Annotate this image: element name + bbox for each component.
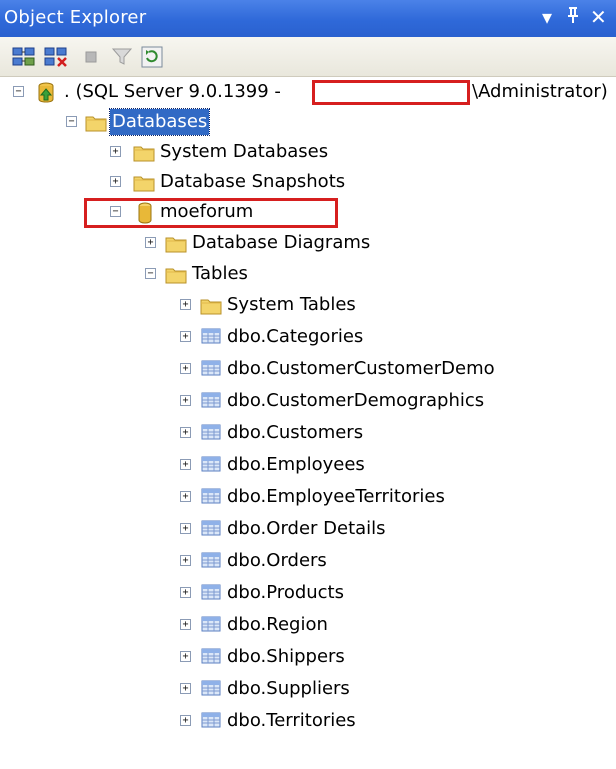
table-icon: [201, 647, 223, 667]
collapse-server-toggle[interactable]: −: [13, 86, 24, 97]
expand-toggle[interactable]: +: [110, 176, 121, 187]
tree-node-system-tables[interactable]: + System Tables: [0, 290, 616, 320]
table-name: dbo.CustomerCustomerDemo: [227, 358, 495, 379]
table-item[interactable]: + dbo.EmployeeTerritories: [0, 482, 616, 512]
expand-toggle[interactable]: +: [180, 523, 191, 534]
table-name: dbo.Region: [227, 614, 328, 635]
expand-toggle[interactable]: +: [180, 651, 191, 662]
folder-icon: [165, 264, 187, 284]
table-icon: [201, 583, 223, 603]
table-item[interactable]: + dbo.Order Details: [0, 514, 616, 544]
connect-icon[interactable]: [12, 46, 36, 68]
collapse-databases-toggle[interactable]: −: [66, 116, 77, 127]
tree-node-database-snapshots[interactable]: + Database Snapshots: [0, 167, 616, 197]
panel-title: Object Explorer: [4, 7, 147, 28]
expand-toggle[interactable]: +: [180, 299, 191, 310]
system-tables-label: System Tables: [227, 294, 356, 315]
system-databases-label: System Databases: [160, 141, 329, 162]
object-explorer-tree: − . (SQL Server 9.0.1399 - \Administrato…: [0, 77, 616, 769]
expand-toggle[interactable]: +: [180, 459, 191, 470]
table-icon: [201, 679, 223, 699]
expand-toggle[interactable]: +: [110, 146, 121, 157]
expand-toggle[interactable]: +: [180, 331, 191, 342]
table-item[interactable]: + dbo.Shippers: [0, 642, 616, 672]
tree-node-tables[interactable]: − Tables: [0, 259, 616, 289]
table-item[interactable]: + dbo.Categories: [0, 322, 616, 352]
folder-icon: [85, 112, 107, 132]
expand-toggle[interactable]: +: [180, 427, 191, 438]
table-icon: [201, 391, 223, 411]
filter-icon[interactable]: [110, 46, 134, 68]
table-name: dbo.Suppliers: [227, 678, 350, 699]
table-name: dbo.Shippers: [227, 646, 345, 667]
folder-icon: [133, 172, 155, 192]
folder-icon: [133, 142, 155, 162]
table-item[interactable]: + dbo.Orders: [0, 546, 616, 576]
table-item[interactable]: + dbo.CustomerCustomerDemo: [0, 354, 616, 384]
database-highlight-box: [84, 198, 338, 228]
close-icon[interactable]: ✕: [590, 5, 607, 29]
folder-icon: [165, 233, 187, 253]
stop-icon[interactable]: [80, 46, 104, 68]
tree-node-server[interactable]: − . (SQL Server 9.0.1399 - \Administrato…: [0, 77, 616, 107]
table-name: dbo.Employees: [227, 454, 365, 475]
table-item[interactable]: + dbo.Territories: [0, 706, 616, 736]
tree-node-database-moeforum[interactable]: − moeforum: [0, 197, 616, 228]
object-explorer-toolbar: [0, 37, 616, 77]
auto-hide-pin-icon[interactable]: [566, 5, 580, 30]
table-icon: [201, 487, 223, 507]
table-name: dbo.Orders: [227, 550, 327, 571]
databases-label: Databases: [108, 108, 211, 136]
tree-node-database-diagrams[interactable]: + Database Diagrams: [0, 228, 616, 258]
table-item[interactable]: + dbo.Region: [0, 610, 616, 640]
table-name: dbo.Territories: [227, 710, 356, 731]
table-icon: [201, 455, 223, 475]
expand-toggle[interactable]: +: [180, 491, 191, 502]
expand-toggle[interactable]: +: [180, 683, 191, 694]
database-snapshots-label: Database Snapshots: [160, 171, 346, 192]
tables-label: Tables: [192, 263, 248, 284]
expand-toggle[interactable]: +: [180, 395, 191, 406]
table-icon: [201, 519, 223, 539]
table-name: dbo.Products: [227, 582, 344, 603]
folder-icon: [200, 295, 222, 315]
expand-toggle[interactable]: +: [180, 363, 191, 374]
table-icon: [201, 423, 223, 443]
window-position-dropdown-icon[interactable]: ▾: [542, 5, 552, 29]
refresh-icon[interactable]: [140, 46, 164, 68]
table-name: dbo.Order Details: [227, 518, 386, 539]
redacted-server-name-highlight: [312, 80, 470, 105]
table-item[interactable]: + dbo.Suppliers: [0, 674, 616, 704]
expand-toggle[interactable]: +: [180, 555, 191, 566]
tree-node-system-databases[interactable]: + System Databases: [0, 137, 616, 167]
table-icon: [201, 711, 223, 731]
expand-toggle[interactable]: +: [180, 587, 191, 598]
table-icon: [201, 359, 223, 379]
disconnect-icon[interactable]: [44, 46, 68, 68]
expand-toggle[interactable]: +: [145, 237, 156, 248]
server-icon: [35, 82, 57, 103]
table-item[interactable]: + dbo.Products: [0, 578, 616, 608]
database-diagrams-label: Database Diagrams: [192, 232, 371, 253]
server-label-suffix: \Administrator): [472, 81, 608, 102]
expand-toggle[interactable]: +: [180, 619, 191, 630]
tree-node-databases[interactable]: − Databases: [0, 107, 616, 137]
table-icon: [201, 551, 223, 571]
table-name: dbo.Categories: [227, 326, 364, 347]
table-name: dbo.Customers: [227, 422, 364, 443]
server-label-prefix: . (SQL Server 9.0.1399 -: [64, 81, 281, 102]
table-icon: [201, 615, 223, 635]
collapse-tables-toggle[interactable]: −: [145, 268, 156, 279]
table-item[interactable]: + dbo.Employees: [0, 450, 616, 480]
table-item[interactable]: + dbo.CustomerDemographics: [0, 386, 616, 416]
object-explorer-titlebar: Object Explorer ▾ ✕: [0, 0, 616, 37]
table-name: dbo.EmployeeTerritories: [227, 486, 445, 507]
table-name: dbo.CustomerDemographics: [227, 390, 485, 411]
table-icon: [201, 327, 223, 347]
expand-toggle[interactable]: +: [180, 715, 191, 726]
table-item[interactable]: + dbo.Customers: [0, 418, 616, 448]
